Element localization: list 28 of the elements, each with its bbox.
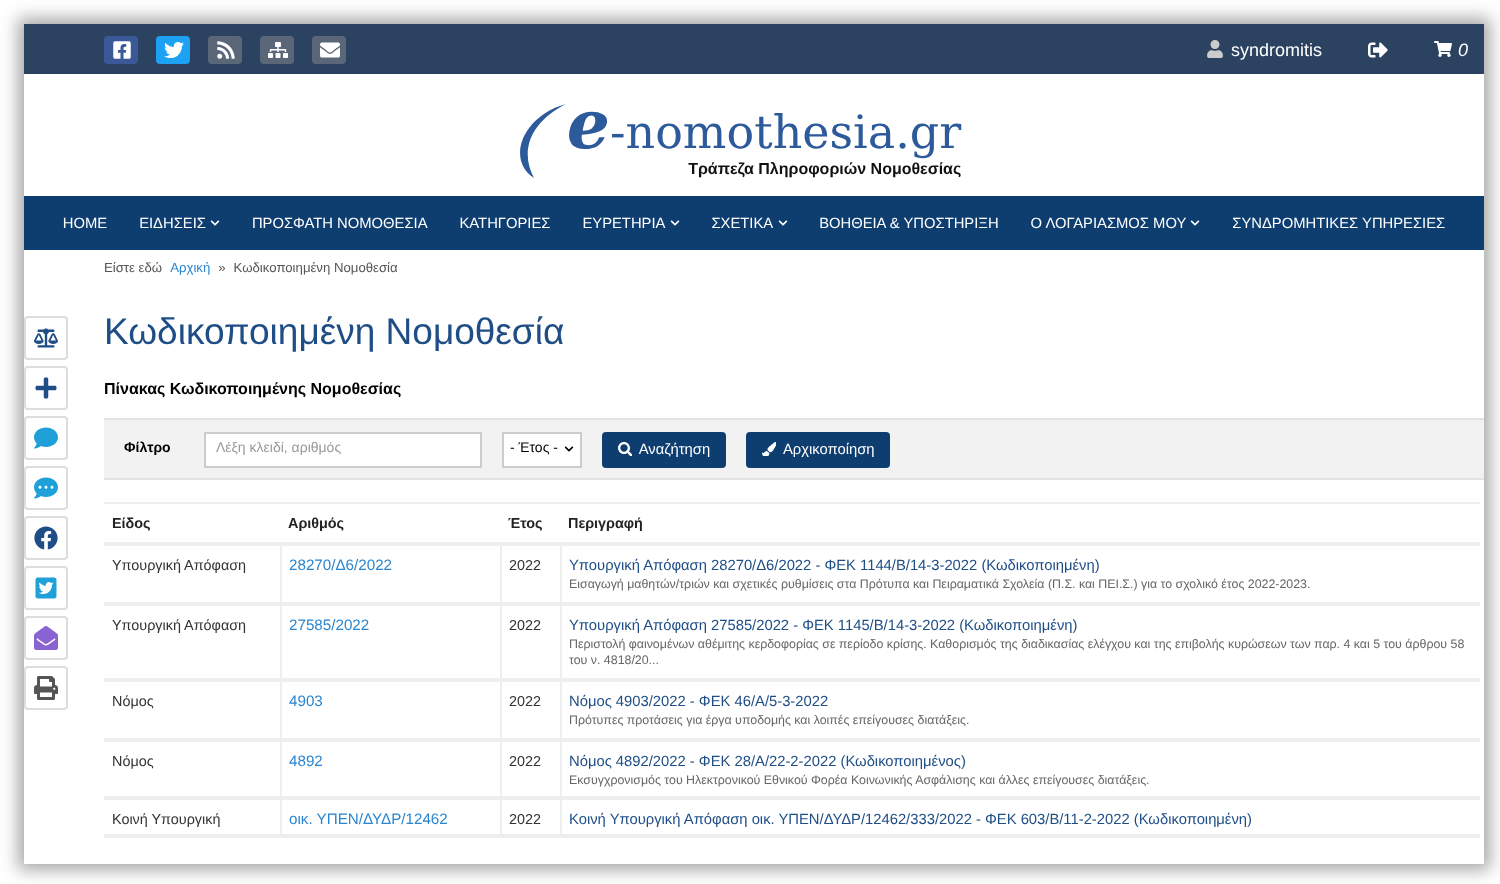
envelope-icon[interactable] (24, 616, 68, 660)
logo-tagline: Τράπεζα Πληροφοριών Νομοθεσίας (688, 160, 962, 178)
chat-dots-icon[interactable] (24, 466, 68, 510)
rss-icon[interactable] (208, 35, 242, 63)
caret-icon (1190, 218, 1201, 228)
logo-text: -nomothesia.gr (609, 108, 962, 160)
brush-icon (762, 441, 777, 457)
section-title: Πίνακας Κωδικοποιημένης Νομοθεσίας (104, 380, 404, 398)
twitter-icon[interactable] (156, 35, 190, 63)
cart-link[interactable]: 0 (1433, 39, 1468, 59)
caret-icon (209, 218, 220, 228)
print-icon[interactable] (24, 666, 68, 710)
scale-icon[interactable] (24, 316, 68, 360)
sitemap-icon[interactable] (260, 35, 294, 63)
facebook-icon[interactable] (104, 35, 138, 63)
caret-icon (563, 444, 574, 454)
caret-icon (669, 218, 680, 228)
logout-icon[interactable] (1367, 39, 1388, 59)
plus-icon[interactable] (24, 366, 68, 410)
cart-icon (1433, 40, 1452, 58)
search-icon (617, 441, 633, 457)
facebook-icon[interactable] (24, 516, 68, 560)
page-title: Κωδικοποιημένη Νομοθεσία (104, 310, 567, 356)
user-icon (1206, 40, 1225, 58)
caret-icon (777, 218, 788, 228)
mail-icon[interactable] (312, 35, 346, 63)
user-link[interactable]: syndromitis (1206, 39, 1322, 59)
logo-mark: e (566, 92, 610, 160)
